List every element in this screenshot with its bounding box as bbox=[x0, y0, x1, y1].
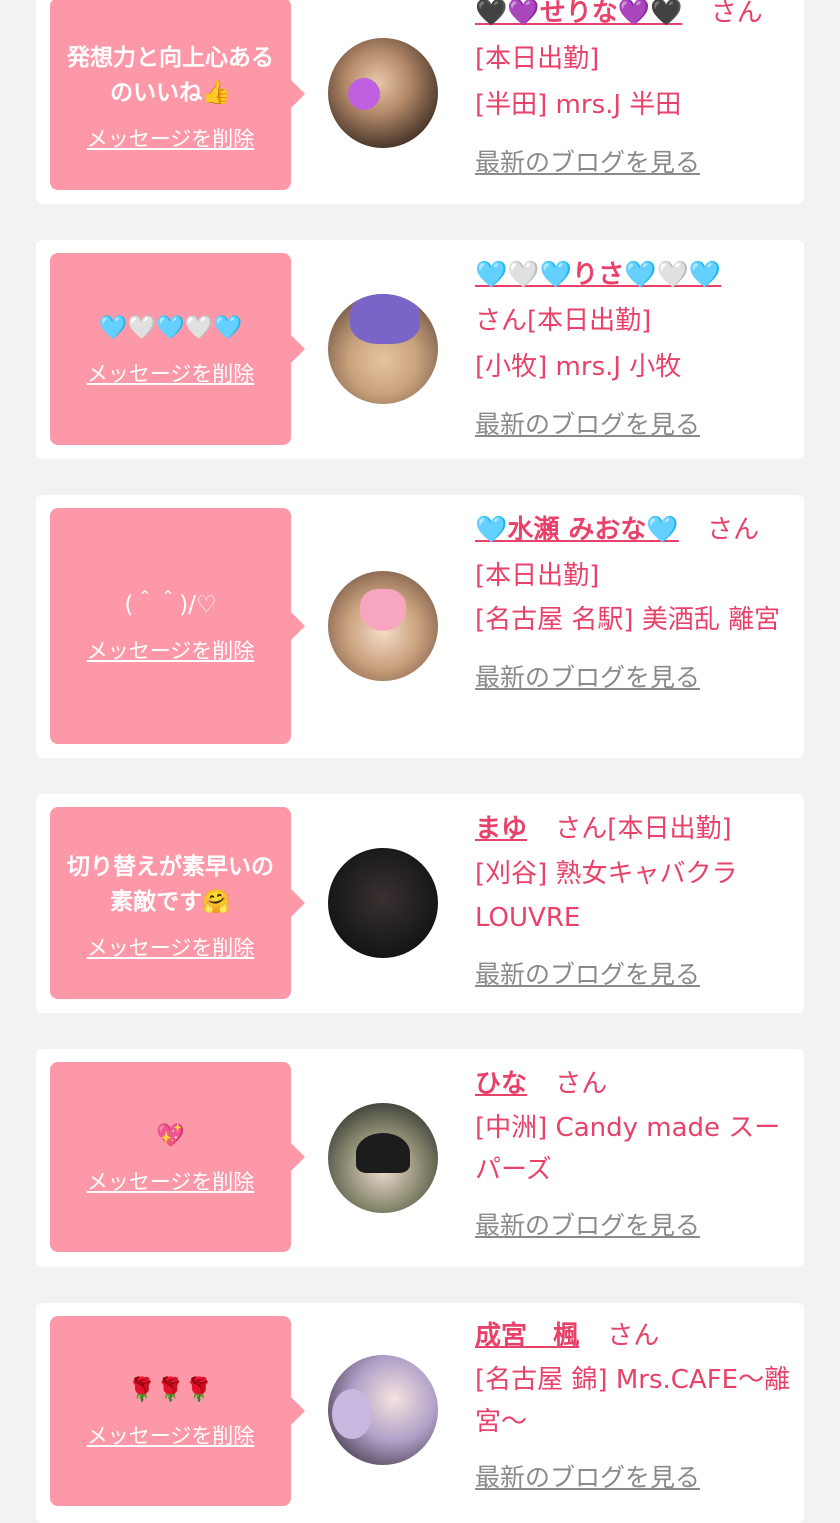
delete-message-link[interactable]: メッセージを削除 bbox=[87, 635, 255, 665]
cast-info: 🩵水瀬 みおな🩵 さん [本日出勤] [名古屋 名駅] 美酒乱 離宮 最新のブロ… bbox=[475, 507, 795, 701]
work-status: [本日出勤] bbox=[607, 814, 732, 844]
message-text: 発想力と向上心あるのいいね👍 bbox=[67, 45, 274, 106]
cast-name-link[interactable]: 🖤💜せりな💜🖤 bbox=[475, 0, 683, 28]
message-text: (＾＾)/♡ bbox=[124, 591, 217, 618]
delete-message-link[interactable]: メッセージを削除 bbox=[87, 1420, 255, 1450]
work-status: [本日出勤] bbox=[475, 44, 600, 74]
message-card: 🌹🌹🌹 メッセージを削除 成宮 楓 さん [名古屋 錦] Mrs.CAFE～離宮… bbox=[36, 1303, 804, 1523]
latest-blog-link[interactable]: 最新のブログを見る bbox=[475, 655, 795, 701]
san-suffix: さん bbox=[707, 515, 760, 545]
delete-message-link[interactable]: メッセージを削除 bbox=[87, 123, 255, 153]
avatar[interactable] bbox=[328, 848, 438, 958]
work-status: [本日出勤] bbox=[527, 306, 652, 336]
message-card: (＾＾)/♡ メッセージを削除 🩵水瀬 みおな🩵 さん [本日出勤] [名古屋 … bbox=[36, 495, 804, 758]
delete-message-link[interactable]: メッセージを削除 bbox=[87, 1166, 255, 1196]
cast-info: 🩵🤍🩵りさ🩵🤍🩵 さん[本日出勤] [小牧] mrs.J 小牧 最新のブログを見… bbox=[475, 252, 795, 448]
delete-message-link[interactable]: メッセージを削除 bbox=[87, 358, 255, 388]
message-text: 🌹🌹🌹 bbox=[127, 1376, 214, 1403]
shop-name: [名古屋 錦] Mrs.CAFE～離宮～ bbox=[475, 1365, 791, 1437]
message-card: 🩵🤍🩵🤍🩵 メッセージを削除 🩵🤍🩵りさ🩵🤍🩵 さん[本日出勤] [小牧] mr… bbox=[36, 240, 804, 459]
latest-blog-link[interactable]: 最新のブログを見る bbox=[475, 402, 795, 448]
avatar[interactable] bbox=[328, 38, 438, 148]
heart-sticker-icon bbox=[360, 589, 406, 631]
san-suffix: さん bbox=[555, 1069, 608, 1099]
message-text: 🩵🤍🩵🤍🩵 bbox=[98, 314, 243, 341]
delete-message-link[interactable]: メッセージを削除 bbox=[87, 932, 255, 962]
shop-name: [半田] mrs.J 半田 bbox=[475, 90, 682, 120]
message-text: 切り替えが素早いの素敵です🤗 bbox=[67, 854, 274, 915]
message-card: 切り替えが素早いの素敵です🤗 メッセージを削除 まゆ さん[本日出勤] [刈谷]… bbox=[36, 794, 804, 1013]
shop-name: [中洲] Candy made スーパーズ bbox=[475, 1113, 781, 1185]
cast-name-link[interactable]: ひな bbox=[475, 1069, 527, 1099]
latest-blog-link[interactable]: 最新のブログを見る bbox=[475, 140, 795, 186]
san-suffix: さん bbox=[555, 814, 608, 844]
message-text: 💖 bbox=[156, 1122, 185, 1149]
cast-info: 🖤💜せりな💜🖤 さん [本日出勤] [半田] mrs.J 半田 最新のブログを見… bbox=[475, 0, 795, 186]
cast-name-link[interactable]: まゆ bbox=[475, 814, 527, 844]
cast-info: 成宮 楓 さん [名古屋 錦] Mrs.CAFE～離宮～ 最新のブログを見る bbox=[475, 1313, 795, 1501]
heart-sticker-icon bbox=[348, 78, 380, 110]
shop-name: [名古屋 名駅] 美酒乱 離宮 bbox=[475, 605, 781, 635]
hair-shape bbox=[356, 1133, 410, 1173]
san-suffix: さん bbox=[607, 1321, 660, 1351]
shop-name: [小牧] mrs.J 小牧 bbox=[475, 352, 682, 382]
latest-blog-link[interactable]: 最新のブログを見る bbox=[475, 952, 795, 998]
avatar[interactable] bbox=[328, 294, 438, 404]
message-bubble: 🌹🌹🌹 メッセージを削除 bbox=[50, 1316, 305, 1506]
message-bubble: 💖 メッセージを削除 bbox=[50, 1062, 305, 1252]
sticker-icon bbox=[350, 294, 420, 344]
san-suffix: さん bbox=[710, 0, 763, 28]
cast-info: まゆ さん[本日出勤] [刈谷] 熟女キャバクラ LOUVRE 最新のブログを見… bbox=[475, 806, 795, 998]
avatar[interactable] bbox=[328, 571, 438, 681]
work-status: [本日出勤] bbox=[475, 561, 600, 591]
cast-name-link[interactable]: 成宮 楓 bbox=[475, 1321, 579, 1351]
message-bubble: 切り替えが素早いの素敵です🤗 メッセージを削除 bbox=[50, 807, 305, 999]
san-suffix: さん bbox=[475, 306, 528, 336]
cast-name-link[interactable]: 🩵🤍🩵りさ🩵🤍🩵 bbox=[475, 260, 721, 290]
cast-name-link[interactable]: 🩵水瀬 みおな🩵 bbox=[475, 515, 679, 545]
message-bubble: 🩵🤍🩵🤍🩵 メッセージを削除 bbox=[50, 253, 305, 445]
latest-blog-link[interactable]: 最新のブログを見る bbox=[475, 1203, 795, 1249]
message-bubble: (＾＾)/♡ メッセージを削除 bbox=[50, 508, 305, 744]
avatar[interactable] bbox=[328, 1355, 438, 1465]
shop-name: [刈谷] 熟女キャバクラ LOUVRE bbox=[475, 859, 738, 933]
cast-info: ひな さん [中洲] Candy made スーパーズ 最新のブログを見る bbox=[475, 1061, 795, 1249]
message-card: 発想力と向上心あるのいいね👍 メッセージを削除 🖤💜せりな💜🖤 さん [本日出勤… bbox=[36, 0, 804, 204]
avatar[interactable] bbox=[328, 1103, 438, 1213]
doll-sticker bbox=[332, 1389, 372, 1439]
latest-blog-link[interactable]: 最新のブログを見る bbox=[475, 1455, 795, 1501]
message-bubble: 発想力と向上心あるのいいね👍 メッセージを削除 bbox=[50, 0, 305, 190]
message-card: 💖 メッセージを削除 ひな さん [中洲] Candy made スーパーズ 最… bbox=[36, 1049, 804, 1267]
